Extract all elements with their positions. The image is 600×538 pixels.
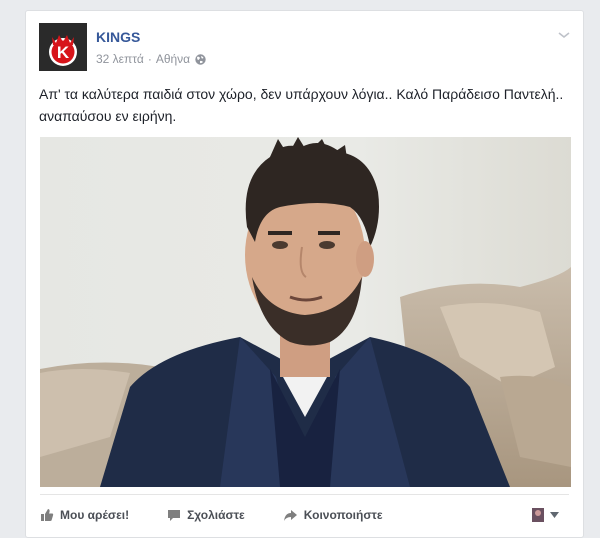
post-meta: 32 λεπτά · Αθήνα: [96, 52, 206, 66]
reaction-audience-selector[interactable]: [532, 508, 559, 522]
chevron-down-icon[interactable]: [557, 27, 571, 39]
share-arrow-icon: [283, 510, 297, 521]
comment-button[interactable]: Σχολιάστε: [167, 508, 245, 522]
post-message: Απ' τα καλύτερα παιδιά στον χώρο, δεν υπ…: [39, 86, 564, 124]
profile-thumbnail: [532, 508, 544, 522]
comment-label: Σχολιάστε: [187, 508, 245, 522]
share-button[interactable]: Κοινοποιήστε: [283, 508, 383, 522]
page-avatar[interactable]: K: [39, 23, 87, 71]
svg-text:K: K: [57, 43, 70, 62]
post-card: K KINGS 32 λεπτά · Αθήνα Απ' τα καλύτερα…: [25, 10, 584, 538]
dropdown-arrow-icon: [550, 512, 559, 518]
globe-icon[interactable]: [195, 53, 206, 65]
meta-separator: ·: [147, 52, 152, 66]
post-time[interactable]: 32 λεπτά: [96, 52, 144, 66]
portrait-image: [40, 137, 571, 487]
post-location[interactable]: Αθήνα: [156, 52, 190, 66]
like-button[interactable]: Μου αρέσει!: [40, 508, 129, 522]
like-label: Μου αρέσει!: [60, 508, 130, 522]
kings-logo-icon: K: [39, 23, 87, 71]
share-label: Κοινοποιήστε: [303, 508, 383, 522]
thumbs-up-icon: [41, 509, 54, 521]
post-header: K KINGS 32 λεπτά · Αθήνα: [39, 23, 571, 73]
comment-icon: [168, 510, 181, 521]
post-photo[interactable]: [40, 137, 571, 487]
post-actions-bar: Μου αρέσει! Σχολιάστε Κοινοποιήστε: [40, 494, 569, 535]
page-name-link[interactable]: KINGS: [96, 29, 140, 45]
